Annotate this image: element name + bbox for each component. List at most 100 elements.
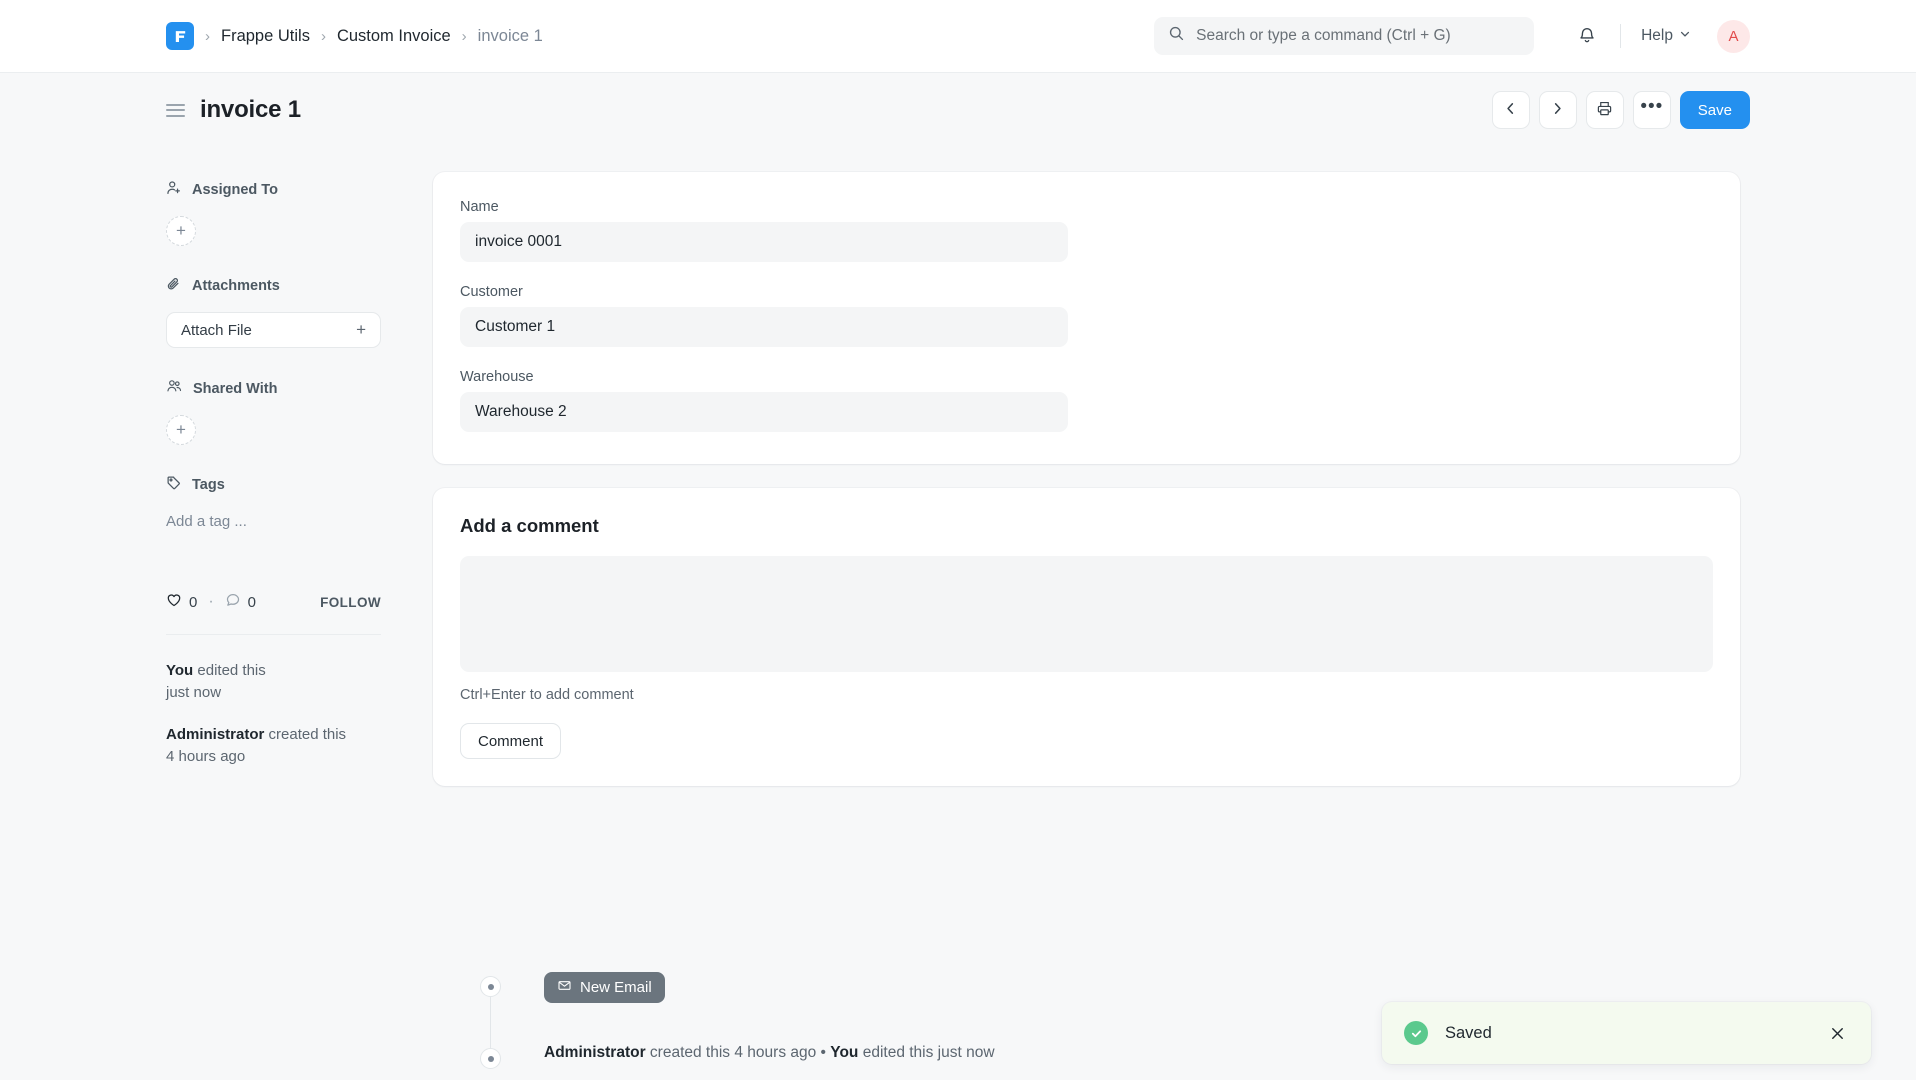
attach-file-label: Attach File bbox=[181, 322, 252, 339]
attach-file-button[interactable]: Attach File + bbox=[166, 312, 381, 348]
timeline-created-text: created this 4 hours ago • bbox=[646, 1044, 831, 1061]
audit-action: created this bbox=[269, 726, 347, 743]
prev-document-button[interactable] bbox=[1492, 91, 1530, 129]
user-plus-icon bbox=[166, 180, 182, 200]
comment-editor[interactable] bbox=[460, 556, 1713, 672]
tag-icon bbox=[166, 475, 182, 495]
comment-section-title: Add a comment bbox=[460, 515, 1713, 537]
frappe-logo-icon[interactable] bbox=[166, 22, 194, 50]
help-menu-button[interactable]: Help bbox=[1637, 21, 1695, 51]
comment-count: 0 bbox=[248, 594, 256, 611]
help-label: Help bbox=[1641, 27, 1673, 45]
timeline-edited-text: edited this just now bbox=[858, 1044, 994, 1061]
breadcrumb-separator: › bbox=[205, 28, 210, 45]
plus-icon: + bbox=[356, 320, 366, 340]
field-label: Customer bbox=[460, 284, 1713, 300]
assigned-to-header: Assigned To bbox=[166, 180, 381, 200]
bell-icon bbox=[1577, 25, 1597, 48]
breadcrumb-item-frappe-utils[interactable]: Frappe Utils bbox=[221, 27, 310, 46]
new-email-button[interactable]: New Email bbox=[544, 972, 665, 1003]
customer-input[interactable]: Customer 1 bbox=[460, 307, 1068, 347]
attachments-label: Attachments bbox=[192, 278, 280, 294]
sidebar-section-attachments: Attachments Attach File + bbox=[166, 276, 381, 348]
like-counter[interactable]: 0 bbox=[166, 592, 197, 612]
new-email-label: New Email bbox=[580, 979, 652, 996]
notifications-button[interactable] bbox=[1570, 19, 1604, 53]
main-content: Name invoice 0001 Customer Customer 1 Wa… bbox=[433, 172, 1740, 786]
printer-icon bbox=[1596, 100, 1613, 120]
paperclip-icon bbox=[166, 276, 182, 296]
field-label: Name bbox=[460, 199, 1713, 215]
audit-trail: You edited this just now Administrator c… bbox=[166, 660, 381, 768]
like-count: 0 bbox=[189, 594, 197, 611]
timeline-rail bbox=[490, 972, 491, 1080]
chevron-down-icon bbox=[1679, 27, 1691, 45]
navbar-divider bbox=[1620, 24, 1621, 48]
envelope-icon bbox=[557, 978, 572, 997]
save-button[interactable]: Save bbox=[1680, 91, 1750, 129]
shared-with-label: Shared With bbox=[193, 381, 277, 397]
engagement-row: 0 · 0 FOLLOW bbox=[166, 592, 381, 634]
timeline-actor: Administrator bbox=[544, 1044, 646, 1061]
search-icon bbox=[1168, 25, 1185, 47]
timeline-editor: You bbox=[830, 1044, 858, 1061]
comment-counter[interactable]: 0 bbox=[225, 592, 256, 612]
timeline-entry: Administrator created this 4 hours ago •… bbox=[544, 1044, 995, 1062]
toast-message: Saved bbox=[1445, 1024, 1492, 1043]
tags-label: Tags bbox=[192, 477, 225, 493]
timeline-dot bbox=[480, 976, 501, 997]
search-placeholder: Search or type a command (Ctrl + G) bbox=[1196, 27, 1451, 45]
check-circle-icon bbox=[1404, 1021, 1428, 1045]
breadcrumb-separator: › bbox=[462, 28, 467, 45]
users-icon bbox=[166, 378, 183, 399]
avatar[interactable]: A bbox=[1717, 20, 1750, 53]
next-document-button[interactable] bbox=[1539, 91, 1577, 129]
audit-time: 4 hours ago bbox=[166, 746, 381, 768]
add-assignment-button[interactable]: + bbox=[166, 216, 196, 246]
shared-with-header: Shared With bbox=[166, 378, 381, 399]
heart-icon bbox=[166, 592, 182, 612]
add-tag-input[interactable]: Add a tag ... bbox=[166, 511, 381, 532]
close-icon[interactable] bbox=[1825, 1021, 1849, 1045]
field-name: Name invoice 0001 bbox=[460, 199, 1713, 262]
breadcrumb-item-custom-invoice[interactable]: Custom Invoice bbox=[337, 27, 451, 46]
attachments-header: Attachments bbox=[166, 276, 381, 296]
comment-icon bbox=[225, 592, 241, 612]
breadcrumb: › Frappe Utils › Custom Invoice › invoic… bbox=[0, 22, 543, 50]
sidebar-section-assigned-to: Assigned To + bbox=[166, 180, 381, 246]
page-title-group: invoice 1 bbox=[0, 96, 301, 124]
comment-hint: Ctrl+Enter to add comment bbox=[460, 687, 1713, 703]
breadcrumb-item-current: invoice 1 bbox=[478, 27, 543, 46]
audit-entry-edited: You edited this just now bbox=[166, 660, 381, 704]
sidebar-divider bbox=[166, 634, 381, 635]
search-input[interactable]: Search or type a command (Ctrl + G) bbox=[1154, 17, 1534, 55]
engagement-separator: · bbox=[208, 593, 213, 611]
page-actions: ••• Save bbox=[1492, 91, 1916, 129]
audit-entry-created: Administrator created this 4 hours ago bbox=[166, 724, 381, 768]
field-warehouse: Warehouse Warehouse 2 bbox=[460, 369, 1713, 432]
toast-notification: Saved bbox=[1382, 1002, 1871, 1064]
timeline-dot bbox=[480, 1048, 501, 1069]
audit-time: just now bbox=[166, 682, 381, 704]
name-input[interactable]: invoice 0001 bbox=[460, 222, 1068, 262]
audit-actor: Administrator bbox=[166, 726, 264, 743]
add-share-button[interactable]: + bbox=[166, 415, 196, 445]
tags-header: Tags bbox=[166, 475, 381, 495]
field-label: Warehouse bbox=[460, 369, 1713, 385]
form-card: Name invoice 0001 Customer Customer 1 Wa… bbox=[433, 172, 1740, 464]
hamburger-menu-icon[interactable] bbox=[166, 100, 185, 121]
print-button[interactable] bbox=[1586, 91, 1624, 129]
comment-card: Add a comment Ctrl+Enter to add comment … bbox=[433, 488, 1740, 786]
page-body: Assigned To + Attachments Attach File + bbox=[0, 147, 1916, 939]
more-actions-button[interactable]: ••• bbox=[1633, 91, 1671, 129]
breadcrumb-separator: › bbox=[321, 28, 326, 45]
navbar-right-group: Search or type a command (Ctrl + G) Help… bbox=[1154, 17, 1916, 55]
audit-actor: You bbox=[166, 662, 193, 679]
page-header: invoice 1 bbox=[0, 73, 1916, 147]
follow-button[interactable]: FOLLOW bbox=[320, 595, 381, 610]
submit-comment-button[interactable]: Comment bbox=[460, 723, 561, 759]
chevron-left-icon bbox=[1503, 101, 1518, 119]
field-customer: Customer Customer 1 bbox=[460, 284, 1713, 347]
audit-action: edited this bbox=[197, 662, 265, 679]
warehouse-input[interactable]: Warehouse 2 bbox=[460, 392, 1068, 432]
